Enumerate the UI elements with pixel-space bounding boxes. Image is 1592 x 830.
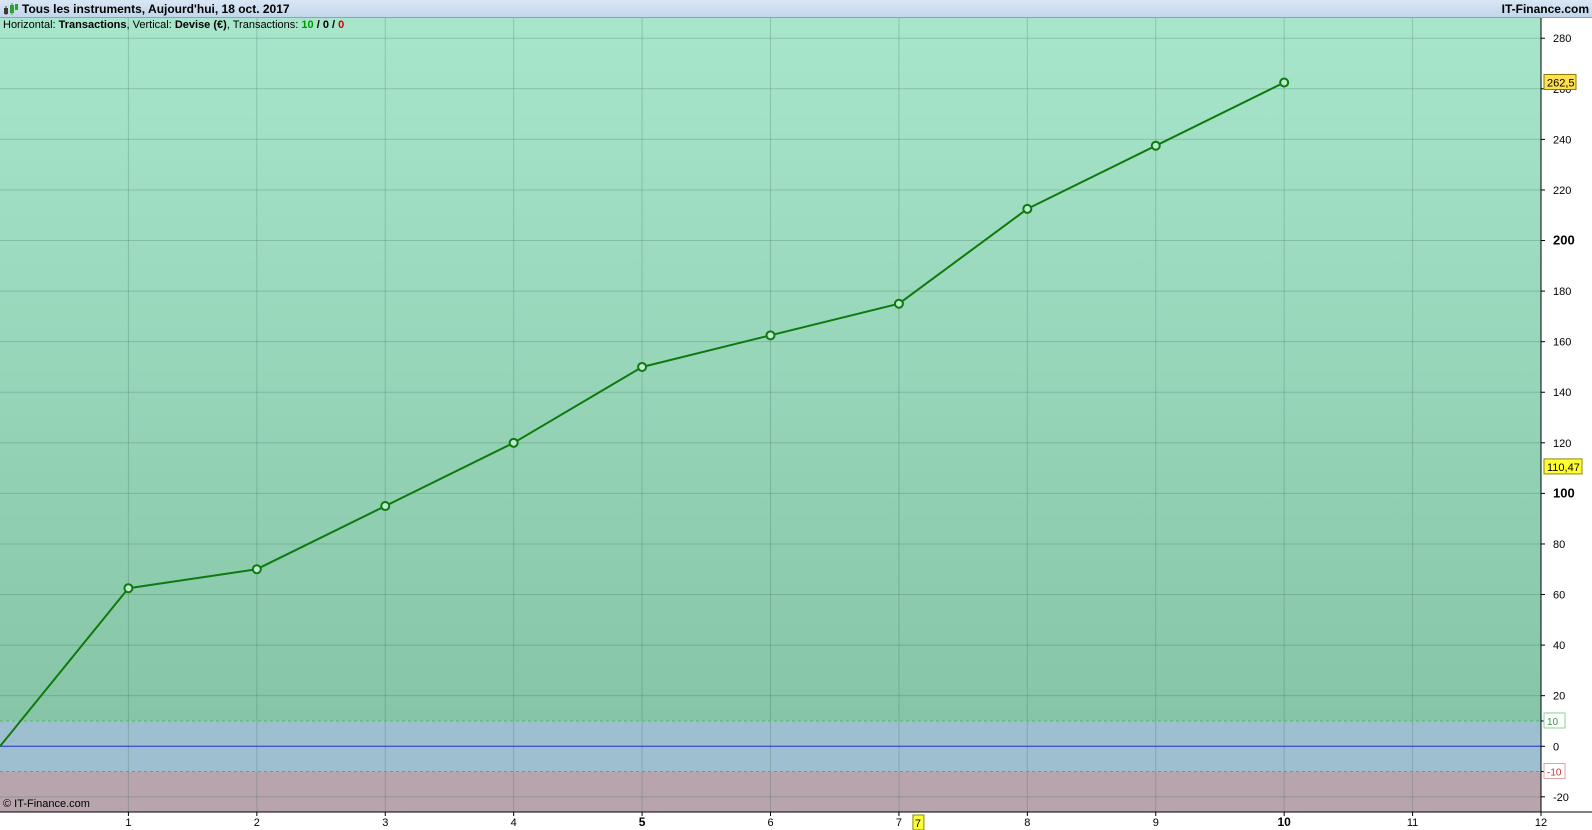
brand-label: IT-Finance.com bbox=[1501, 2, 1589, 16]
x-tick-label: 12 bbox=[1535, 817, 1547, 829]
y-tick-label: 200 bbox=[1553, 233, 1575, 248]
chart-subtitle: Horizontal: Transactions, Vertical: Devi… bbox=[3, 19, 345, 31]
lower-threshold-badge-label: -10 bbox=[1547, 768, 1562, 779]
chart-window: -200204060801001201401601802002202402602… bbox=[0, 0, 1592, 830]
y-tick-label: 60 bbox=[1553, 590, 1565, 602]
x-tick-label: 10 bbox=[1277, 815, 1291, 829]
y-tick-label: 100 bbox=[1553, 485, 1575, 500]
chart-title: Tous les instruments, Aujourd'hui, 18 oc… bbox=[22, 2, 290, 16]
vertical-label: Vertical: bbox=[132, 19, 172, 31]
data-point bbox=[637, 361, 648, 372]
data-point bbox=[1279, 77, 1290, 88]
x-tick-label: 1 bbox=[125, 817, 131, 829]
transactions-neutral-count: 0 bbox=[322, 19, 329, 31]
data-point bbox=[893, 298, 904, 309]
x-tick-label: 3 bbox=[382, 817, 388, 829]
y-tick-label: 220 bbox=[1553, 185, 1571, 197]
data-point bbox=[1150, 140, 1161, 151]
y-tick-label: 20 bbox=[1553, 691, 1565, 703]
data-point bbox=[508, 437, 519, 448]
last-value-label: 262,5 bbox=[1547, 77, 1575, 89]
transactions-separator-2: / bbox=[332, 19, 336, 31]
data-point bbox=[1022, 203, 1033, 214]
transactions-losing-count: 0 bbox=[338, 19, 345, 31]
title-bar: Tous les instruments, Aujourd'hui, 18 oc… bbox=[0, 0, 1592, 18]
horizontal-value: Transactions bbox=[58, 19, 127, 31]
data-point bbox=[251, 564, 262, 575]
x-tick-label: 6 bbox=[767, 817, 773, 829]
y-tick-label: -20 bbox=[1553, 792, 1569, 804]
vertical-value: Devise (€) bbox=[174, 19, 227, 31]
chart-canvas[interactable]: -200204060801001201401601802002202402602… bbox=[0, 0, 1592, 830]
transactions-separator-1: / bbox=[316, 19, 320, 31]
x-tick-label: 5 bbox=[639, 815, 646, 829]
copyright-label: © IT-Finance.com bbox=[3, 798, 90, 810]
horizontal-label: Horizontal: bbox=[3, 19, 56, 31]
upper-threshold-badge-label: 10 bbox=[1547, 717, 1559, 728]
x-tick-label: 8 bbox=[1024, 817, 1030, 829]
current-value-label: 110,47 bbox=[1547, 462, 1580, 474]
y-tick-label: 0 bbox=[1553, 741, 1559, 753]
x-tick-label: 2 bbox=[254, 817, 260, 829]
x-tick-label: 11 bbox=[1407, 817, 1418, 829]
y-tick-label: 40 bbox=[1553, 640, 1565, 652]
x-tick-label: 4 bbox=[511, 817, 517, 829]
data-point bbox=[380, 501, 391, 512]
y-tick-label: 160 bbox=[1553, 337, 1571, 349]
data-point bbox=[765, 330, 776, 341]
data-point bbox=[123, 583, 134, 594]
x-tick-label: 7 bbox=[896, 817, 902, 829]
y-tick-label: 140 bbox=[1553, 387, 1571, 399]
y-tick-label: 80 bbox=[1553, 539, 1565, 551]
transactions-label: Transactions: bbox=[232, 19, 299, 31]
x-marker-label: 7 bbox=[915, 818, 921, 830]
x-axis-panel bbox=[0, 812, 1592, 830]
transactions-winning-count: 10 bbox=[301, 19, 314, 31]
candlestick-chart-icon bbox=[4, 3, 18, 15]
x-tick-label: 9 bbox=[1153, 817, 1159, 829]
y-tick-label: 180 bbox=[1553, 286, 1571, 298]
y-tick-label: 280 bbox=[1553, 33, 1571, 45]
y-tick-label: 240 bbox=[1553, 134, 1571, 146]
y-tick-label: 120 bbox=[1553, 438, 1571, 450]
